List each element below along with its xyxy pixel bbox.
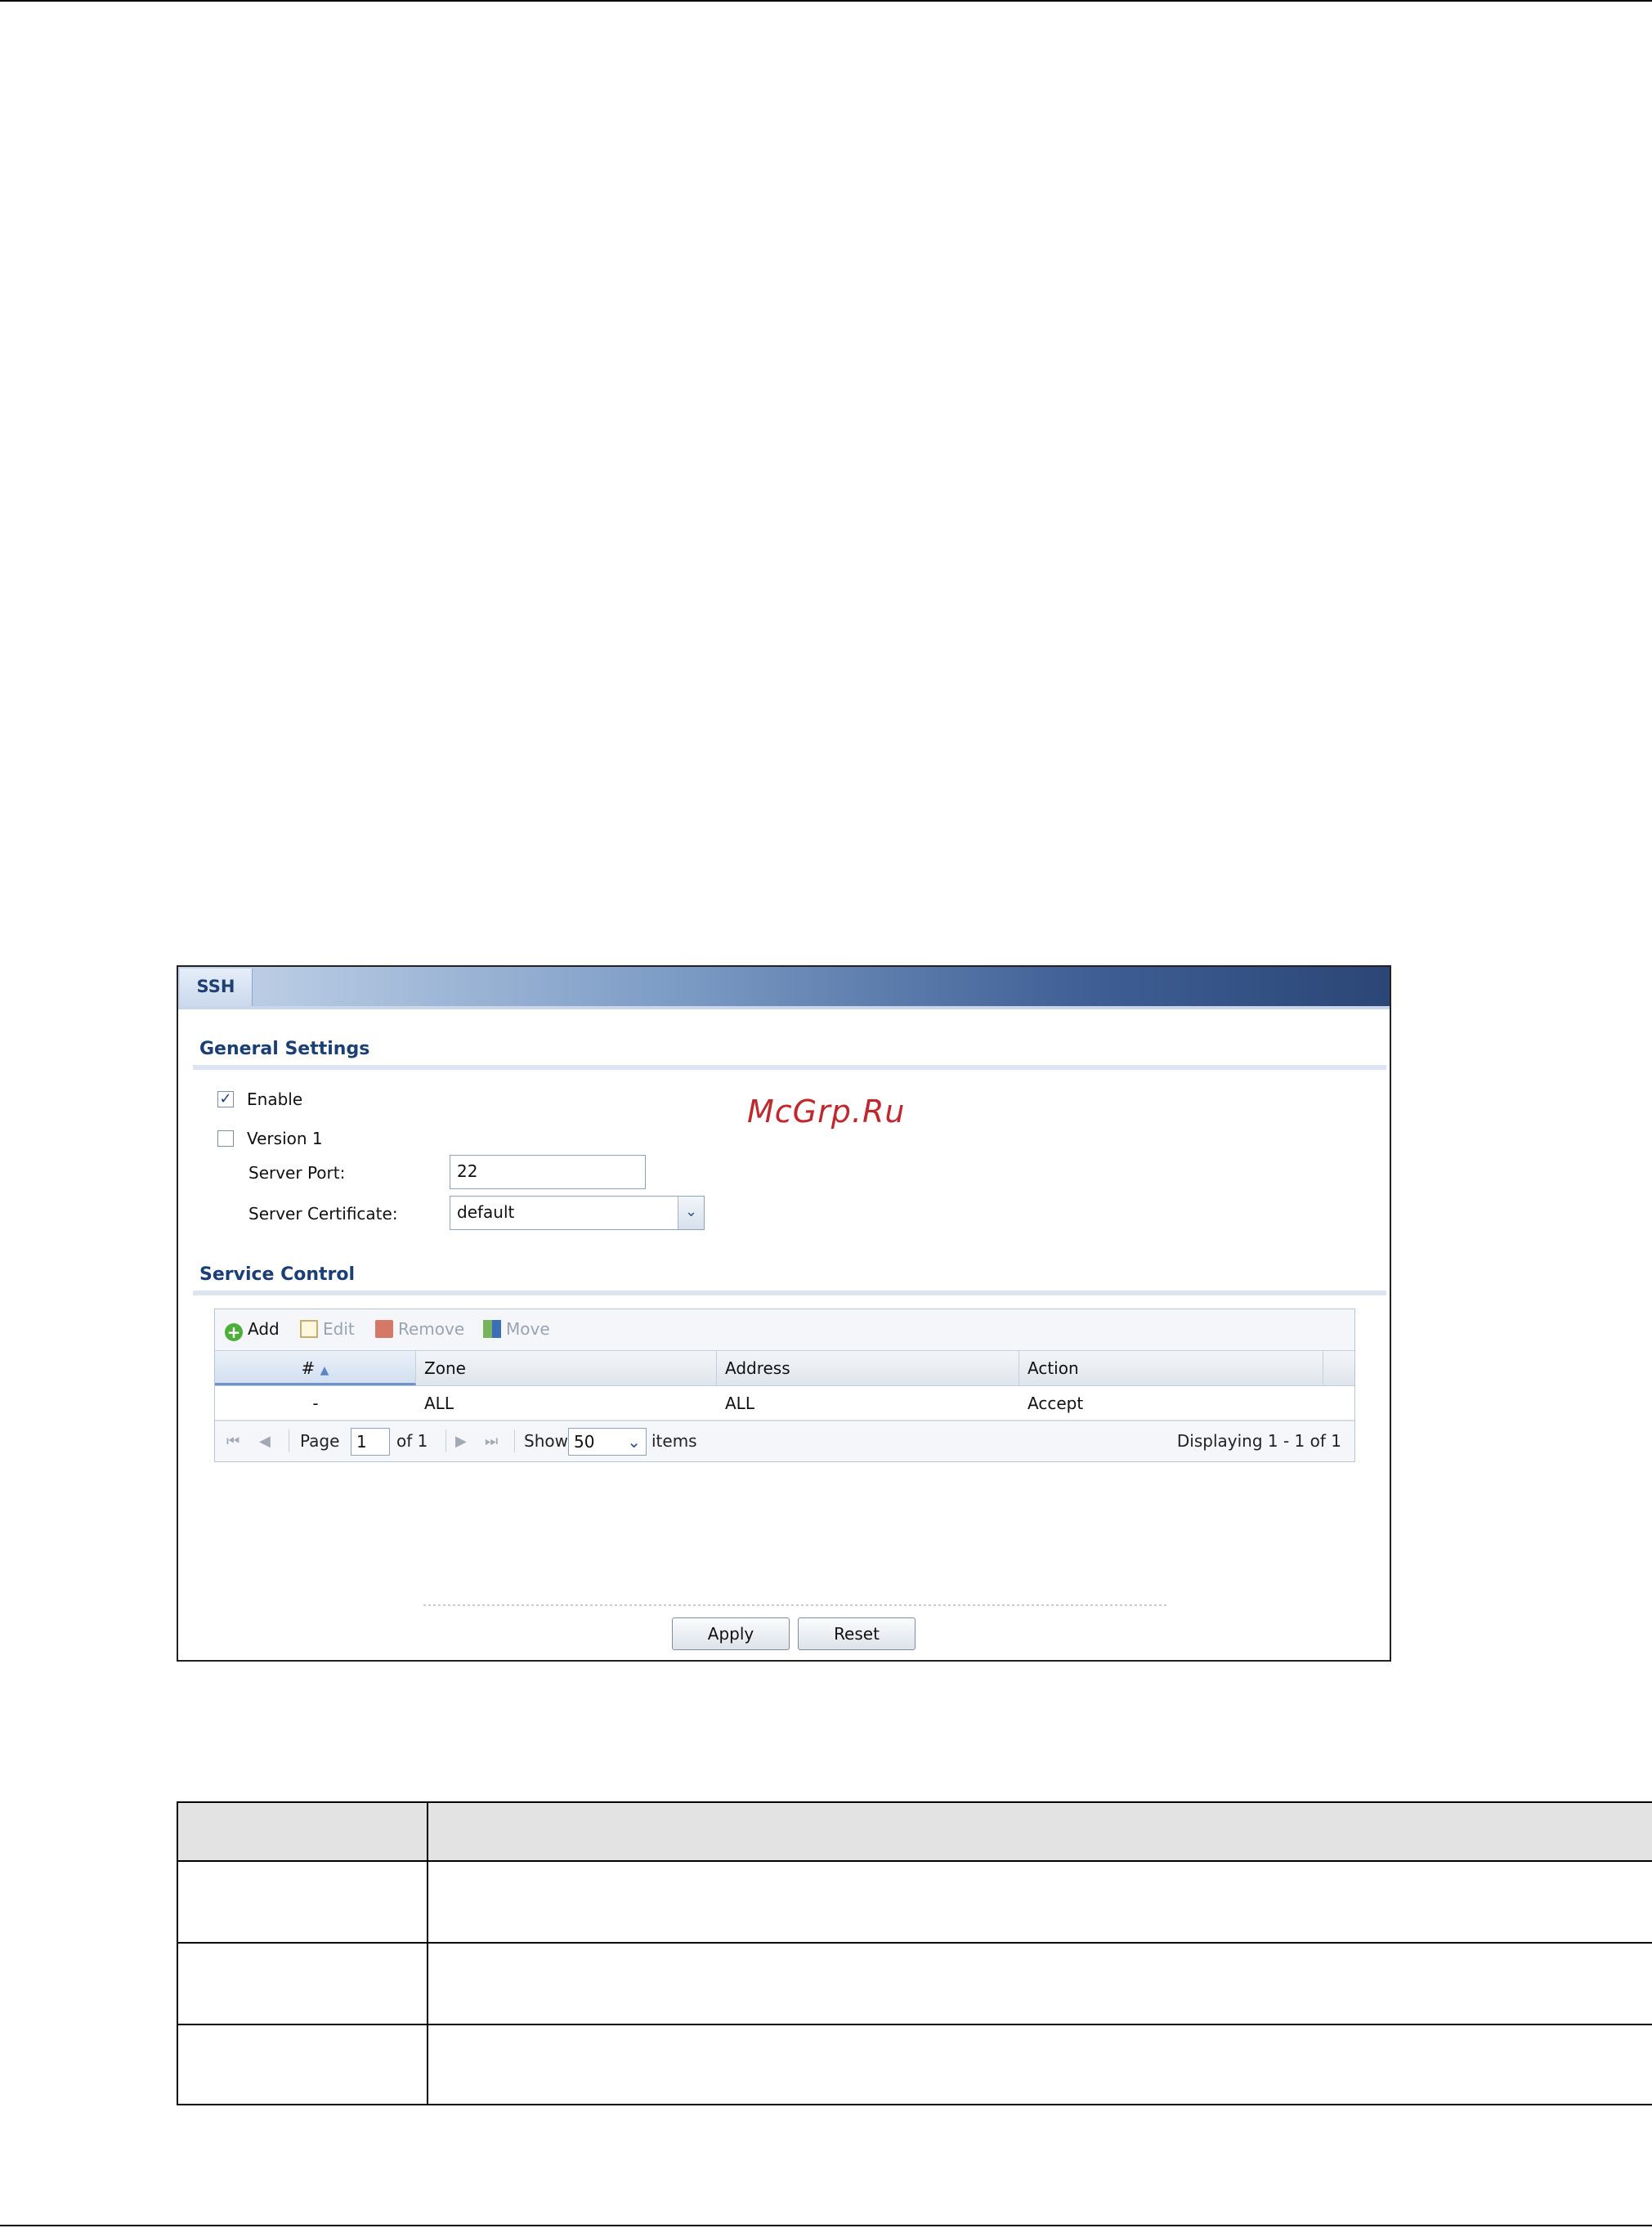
- show-label: Show: [524, 1431, 568, 1451]
- watermark-text: McGrp.Ru: [747, 1094, 906, 1130]
- table-row[interactable]: - ALL ALL Accept: [215, 1386, 1354, 1420]
- doc-table-rule: [177, 2104, 1652, 2105]
- doc-table-rule: [177, 1801, 178, 2105]
- sort-asc-icon: ▲: [320, 1364, 329, 1377]
- column-header-action[interactable]: Action: [1019, 1351, 1323, 1385]
- tab-ssh[interactable]: SSH: [180, 969, 253, 1006]
- remove-icon: [375, 1320, 393, 1338]
- move-button[interactable]: Move: [483, 1319, 550, 1339]
- prev-page-icon[interactable]: ◀: [259, 1433, 271, 1450]
- version1-checkbox[interactable]: [217, 1130, 234, 1147]
- chevron-down-icon: ⌄: [627, 1432, 641, 1452]
- doc-table-rule: [177, 2024, 1652, 2025]
- table-pager: ⏮ ◀ Page 1 of 1 ▶ ⏭ Show 50 ⌄ items Disp…: [215, 1420, 1354, 1461]
- cell-zone: ALL: [424, 1394, 454, 1413]
- first-page-icon[interactable]: ⏮: [226, 1433, 240, 1450]
- remove-button[interactable]: Remove: [375, 1319, 464, 1339]
- table-header: # ▲ Zone Address Action: [215, 1350, 1354, 1386]
- pager-separator: [514, 1429, 515, 1452]
- button-divider: [423, 1604, 1167, 1606]
- title-bar-underline: [178, 1006, 1390, 1009]
- page-number-input[interactable]: 1: [351, 1428, 390, 1456]
- column-number-label: #: [301, 1358, 316, 1378]
- doc-table-rule: [177, 1801, 1652, 1803]
- server-port-input[interactable]: 22: [450, 1155, 646, 1189]
- general-settings-title: General Settings: [199, 1039, 370, 1059]
- server-certificate-value: default: [457, 1202, 515, 1222]
- service-control-table: + Add Edit Remove Move # ▲ Zone Address A…: [214, 1309, 1355, 1462]
- doc-table-rule: [177, 1942, 1652, 1944]
- cell-number: -: [312, 1394, 319, 1413]
- enable-checkbox[interactable]: ✓: [217, 1091, 234, 1107]
- version1-label: Version 1: [247, 1129, 323, 1148]
- cell-action: Accept: [1027, 1394, 1084, 1413]
- edit-label: Edit: [323, 1319, 355, 1339]
- move-label: Move: [506, 1319, 550, 1339]
- column-header-zone[interactable]: Zone: [416, 1351, 717, 1385]
- page-top-rule: [0, 0, 1652, 2]
- page-label: Page: [300, 1431, 340, 1451]
- add-button[interactable]: + Add: [225, 1319, 280, 1341]
- items-label: items: [651, 1431, 697, 1451]
- page-count-label: of 1: [396, 1431, 428, 1451]
- page-bottom-rule: [0, 2225, 1652, 2226]
- page-size-select[interactable]: 50 ⌄: [568, 1428, 647, 1456]
- pager-separator: [445, 1429, 446, 1452]
- page-size-value: 50: [574, 1432, 595, 1452]
- cell-address: ALL: [725, 1394, 754, 1413]
- ssh-screen: SSH General Settings ✓ Enable Version 1 …: [177, 965, 1391, 1662]
- reset-button[interactable]: Reset: [798, 1617, 916, 1650]
- edit-button[interactable]: Edit: [300, 1319, 355, 1339]
- doc-table-header: [177, 1801, 1652, 1860]
- server-certificate-label: Server Certificate:: [248, 1204, 398, 1224]
- remove-label: Remove: [398, 1319, 465, 1339]
- enable-label: Enable: [247, 1089, 303, 1109]
- next-page-icon[interactable]: ▶: [455, 1433, 467, 1450]
- column-header-number[interactable]: # ▲: [215, 1351, 416, 1385]
- title-bar: SSH: [178, 967, 1390, 1006]
- add-icon: +: [225, 1323, 243, 1341]
- service-control-title: Service Control: [199, 1264, 356, 1285]
- displaying-status: Displaying 1 - 1 of 1: [1176, 1431, 1341, 1451]
- table-toolbar: + Add Edit Remove Move: [215, 1309, 1354, 1350]
- doc-table-rule: [177, 1860, 1652, 1862]
- doc-table-rule: [427, 1801, 428, 2105]
- last-page-icon[interactable]: ⏭: [485, 1433, 498, 1450]
- column-header-address[interactable]: Address: [717, 1351, 1019, 1385]
- service-control-divider: [193, 1291, 1386, 1295]
- edit-icon: [300, 1320, 318, 1338]
- field-description-table: [177, 1801, 1652, 2105]
- apply-button[interactable]: Apply: [672, 1617, 790, 1650]
- server-port-label: Server Port:: [248, 1163, 346, 1183]
- server-certificate-select[interactable]: default ⌄: [450, 1196, 705, 1230]
- move-icon: [483, 1320, 501, 1338]
- add-label: Add: [248, 1319, 280, 1339]
- chevron-down-icon[interactable]: ⌄: [678, 1197, 704, 1229]
- general-settings-divider: [193, 1065, 1386, 1070]
